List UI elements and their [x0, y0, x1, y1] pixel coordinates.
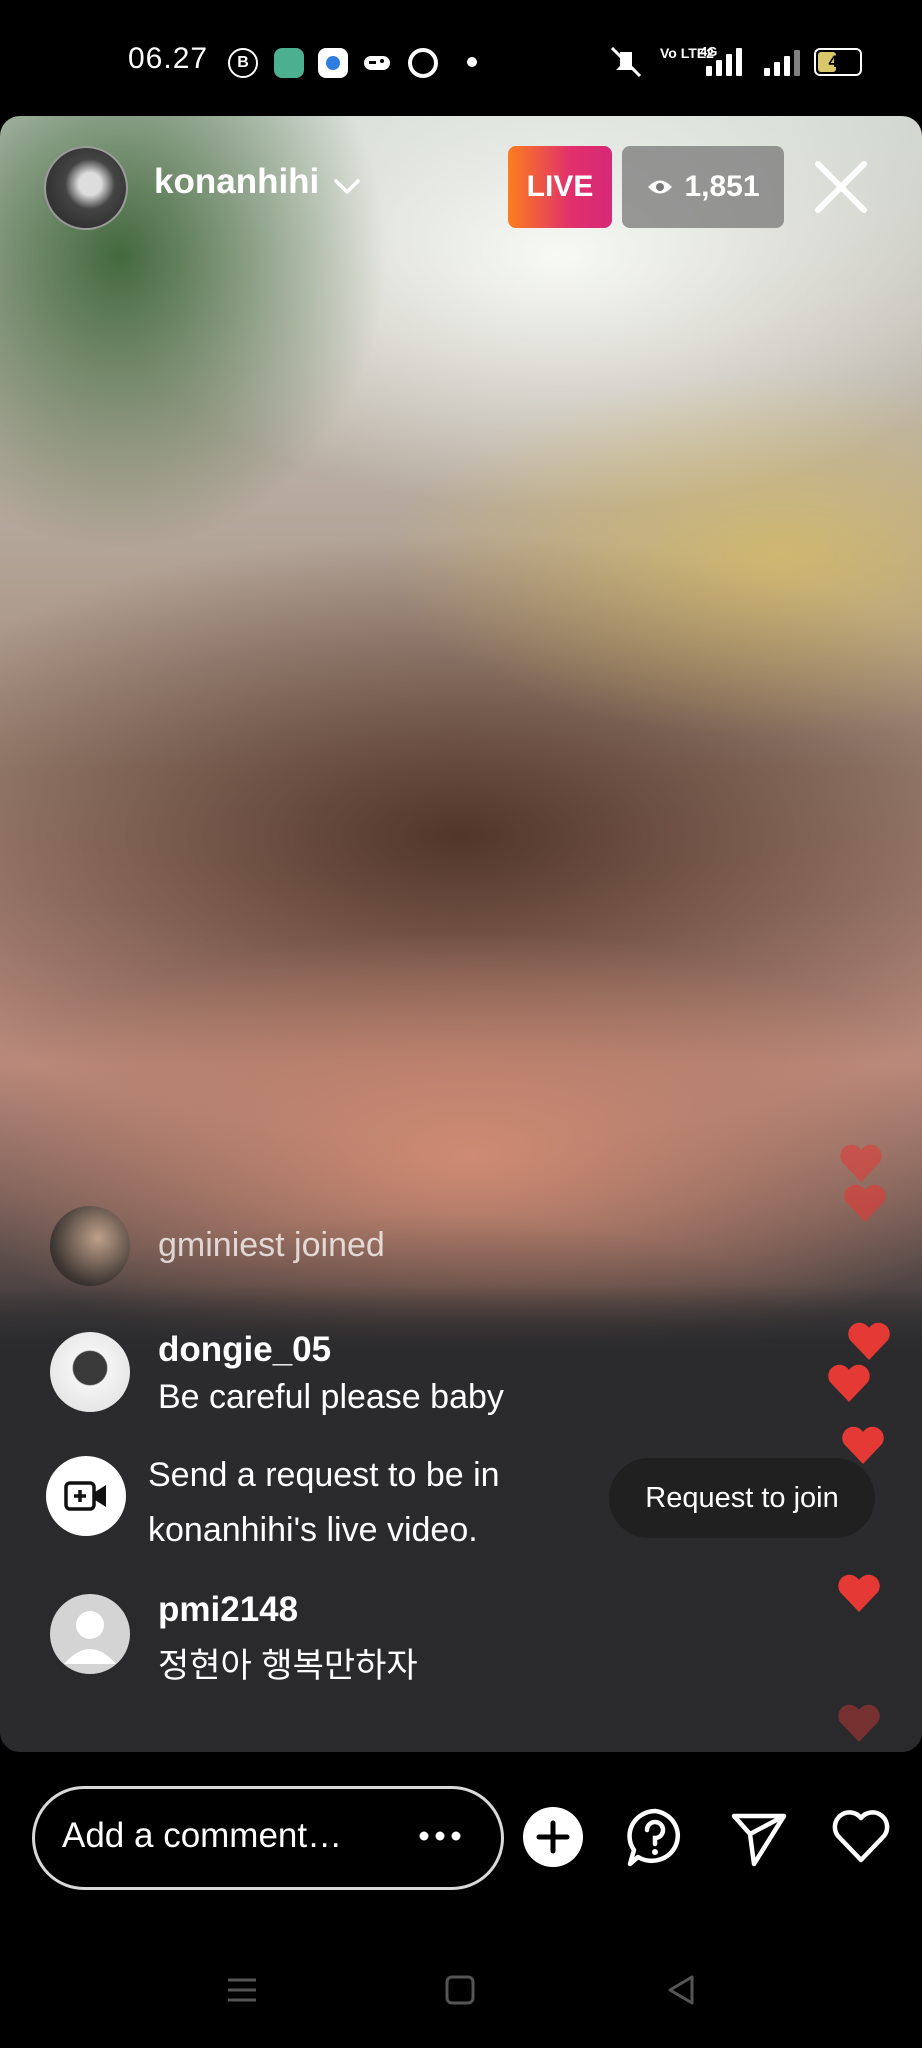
- live-badge: LIVE: [508, 146, 612, 228]
- mute-icon: [606, 44, 646, 80]
- more-options-icon[interactable]: [418, 1830, 462, 1842]
- heart-icon: [848, 1322, 890, 1360]
- comment-username[interactable]: pmi2148: [158, 1590, 298, 1630]
- signal-strength-2-icon: [764, 44, 800, 76]
- comment-username[interactable]: dongie_05: [158, 1330, 331, 1370]
- send-icon[interactable]: [728, 1806, 790, 1868]
- heart-icon: [840, 1144, 882, 1182]
- circle-app-icon: [408, 48, 438, 78]
- heart-icon: [838, 1704, 880, 1742]
- chevron-down-icon[interactable]: [330, 170, 364, 204]
- menu-icon[interactable]: [224, 1972, 260, 2008]
- dongie-avatar[interactable]: [50, 1332, 130, 1412]
- heart-icon[interactable]: [830, 1806, 892, 1868]
- heart-icon: [844, 1184, 886, 1222]
- join-notice: gminiest joined: [158, 1226, 385, 1264]
- question-icon[interactable]: [624, 1806, 686, 1868]
- host-avatar[interactable]: [44, 146, 128, 230]
- game-controller-icon: [362, 48, 392, 78]
- viewer-count: 1,851: [684, 170, 760, 203]
- comment-text: Be careful please baby: [158, 1378, 504, 1416]
- comment-placeholder[interactable]: Add a comment…: [62, 1816, 342, 1856]
- notification-dot-icon: [467, 57, 477, 67]
- browser-app-icon: [318, 48, 348, 78]
- pmi2148-avatar[interactable]: [50, 1594, 130, 1674]
- default-user-icon: [64, 1611, 116, 1664]
- back-icon[interactable]: [664, 1972, 700, 2008]
- b-app-icon: B: [228, 48, 258, 78]
- join-request-line2: konanhihi's live video.: [148, 1511, 478, 1549]
- clock: 06.27: [128, 42, 209, 75]
- comment-text: 정현아 행복만하자: [158, 1647, 418, 1685]
- viewer-count-badge[interactable]: 1,851: [622, 146, 784, 228]
- add-icon[interactable]: [522, 1806, 584, 1868]
- heart-icon: [842, 1426, 884, 1464]
- request-to-join-button[interactable]: Request to join: [609, 1458, 875, 1538]
- gminiest-avatar[interactable]: [50, 1206, 130, 1286]
- calculator-app-icon: [274, 48, 304, 78]
- video-request-icon: [46, 1456, 126, 1536]
- signal-strength-1-icon: [706, 44, 742, 76]
- battery-icon: 47: [814, 48, 862, 76]
- home-icon[interactable]: [442, 1972, 478, 2008]
- heart-icon: [828, 1364, 870, 1402]
- join-request-line1: Send a request to be in: [148, 1456, 500, 1494]
- status-bar: 06.27 B Vo LTE2 4G 47: [0, 0, 922, 120]
- close-icon[interactable]: [812, 158, 870, 216]
- heart-icon: [838, 1574, 880, 1612]
- join-request-text: Send a request to be in konanhihi's live…: [148, 1448, 500, 1558]
- host-username[interactable]: konanhihi: [154, 162, 319, 202]
- eye-icon: [648, 180, 673, 194]
